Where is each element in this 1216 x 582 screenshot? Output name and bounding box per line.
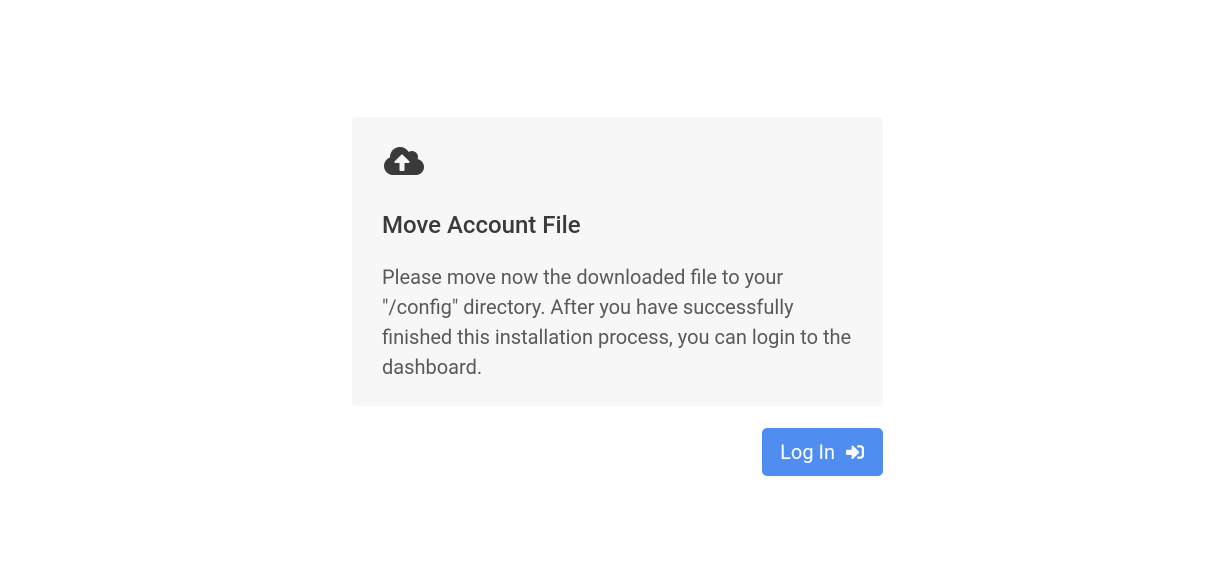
button-row: Log In xyxy=(352,428,883,476)
sign-in-icon xyxy=(845,443,865,461)
login-button-label: Log In xyxy=(780,440,835,464)
info-card: Move Account File Please move now the do… xyxy=(352,117,883,406)
cloud-upload-icon xyxy=(382,145,426,177)
login-button[interactable]: Log In xyxy=(762,428,883,476)
card-body-text: Please move now the downloaded file to y… xyxy=(382,262,853,382)
setup-panel: Move Account File Please move now the do… xyxy=(352,117,883,476)
card-icon-wrap xyxy=(382,145,853,177)
card-title: Move Account File xyxy=(382,211,853,240)
